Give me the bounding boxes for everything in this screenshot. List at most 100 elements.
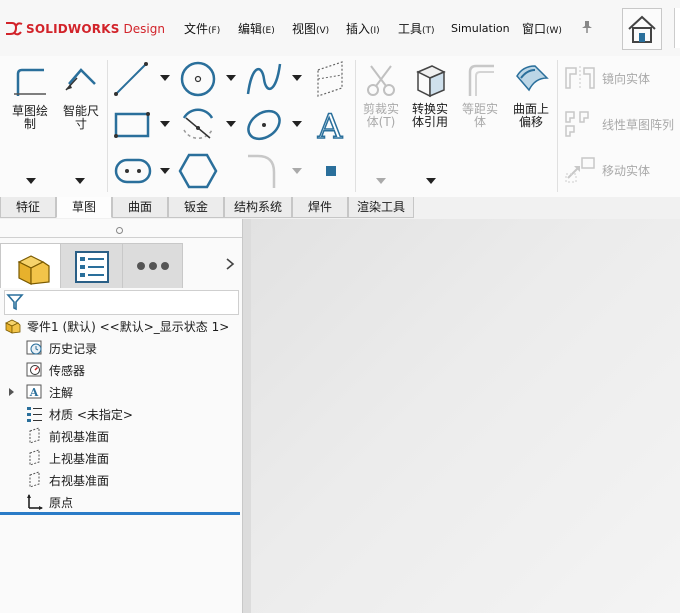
separator [557,60,558,192]
smart-dimension-button[interactable]: 智能尺 寸 [56,64,106,131]
brand-name: SOLIDWORKS [26,22,120,36]
tab-sketch[interactable]: 草图 [56,197,112,218]
menu-view[interactable]: 视图(V) [292,20,329,37]
line-icon[interactable] [112,60,152,98]
convert-entities-button[interactable]: 转换实 体引用 [406,62,454,129]
svg-text:A: A [317,107,343,144]
part-icon [5,319,21,334]
chevron-right-icon[interactable] [224,257,236,271]
tree-item-annotations[interactable]: A 注解 [26,382,73,402]
command-manager-tabs: 特征 草图 曲面 钣金 结构系统 焊件 渲染工具 [0,197,680,219]
offset-icon [468,64,494,96]
filter-icon [6,294,24,311]
fillet-dropdown-arrow[interactable] [292,168,302,174]
part-icon [17,255,50,285]
property-manager-tab[interactable] [61,243,123,288]
plane-icon [29,471,40,488]
tree-root-part[interactable]: 零件1 (默认) <<默认>_显示状态 1> [4,316,229,336]
panel-splitter-handle[interactable] [116,227,123,234]
tab-structure-system[interactable]: 结构系统 [224,197,292,218]
feature-manager-panel: 零件1 (默认) <<默认>_显示状态 1> 历史记录 传感器 A 注解 材质 [0,219,243,613]
sensor-icon [26,362,42,377]
line-dropdown-arrow[interactable] [160,75,170,81]
history-icon [26,340,42,355]
smart-dimension-dropdown-arrow[interactable] [75,178,85,184]
move-icon [565,157,595,183]
sketch-button[interactable]: 草图绘 制 [6,64,54,131]
feature-manager-tab[interactable] [0,243,61,288]
sketch-icon [14,68,46,96]
rectangle-icon[interactable] [112,106,152,144]
rollback-bar[interactable] [0,512,240,515]
convert-entities-icon [416,65,446,98]
plane-icon [29,449,40,466]
command-manager: 草图绘 制 智能尺 寸 A 剪裁实 体(T) 转换实 体引用 等距实 体 曲面上… [0,56,680,198]
circle-dropdown-arrow[interactable] [226,75,236,81]
offset-entities-button[interactable]: 等距实 体 [456,62,504,129]
trim-entities-button[interactable]: 剪裁实 体(T) [358,62,404,129]
mirror-entities-button[interactable]: 镜向实体 [564,64,650,92]
tree-item-history[interactable]: 历史记录 [26,338,97,358]
offset-on-surface-button[interactable]: 曲面上 偏移 [506,62,556,129]
offset-on-surface-icon [516,65,549,92]
tree-item-right-plane[interactable]: 右视基准面 [26,470,109,490]
solidworks-logo[interactable]: SOLIDWORKS Design [4,19,165,39]
circle-icon[interactable] [178,60,218,98]
annotation-icon: A [26,384,42,399]
tree-item-origin[interactable]: 原点 [26,492,73,512]
menu-insert[interactable]: 插入(I) [346,20,380,37]
tree-filter-input[interactable] [4,290,239,315]
tab-features[interactable]: 特征 [0,197,56,218]
pin-icon[interactable] [580,20,594,34]
separator [355,60,356,192]
menu-tools[interactable]: 工具(T) [398,20,435,37]
divider [0,237,242,238]
expand-arrow-icon[interactable] [9,388,14,396]
tab-surfaces[interactable]: 曲面 [112,197,168,218]
more-tabs-button[interactable] [123,243,183,288]
tree-item-top-plane[interactable]: 上视基准面 [26,448,109,468]
more-icon [137,262,169,270]
slot-icon[interactable] [112,152,152,190]
separator [107,60,108,192]
title-bar: SOLIDWORKS Design 文件(F) 编辑(E) 视图(V) 插入(I… [0,0,680,57]
slot-dropdown-arrow[interactable] [160,168,170,174]
spline-dropdown-arrow[interactable] [292,75,302,81]
graphics-area[interactable] [243,219,680,613]
tree-item-material[interactable]: 材质 <未指定> [26,404,133,424]
window-edge [674,8,680,48]
tab-render-tools[interactable]: 渲染工具 [348,197,414,218]
graphics-area-edge [243,219,251,613]
sketch-dropdown-arrow[interactable] [26,178,36,184]
svg-text:A: A [29,386,39,399]
arc-icon[interactable] [178,106,218,144]
menu-simulation[interactable]: Simulation [451,22,510,35]
arc-dropdown-arrow[interactable] [226,121,236,127]
home-icon [628,15,656,43]
trim-dropdown-arrow[interactable] [376,178,386,184]
home-button[interactable] [622,8,662,50]
fillet-icon[interactable] [244,152,284,190]
menu-edit[interactable]: 编辑(E) [238,20,275,37]
smart-dimension-icon [65,68,96,91]
menu-file[interactable]: 文件(F) [184,20,220,37]
tab-sheet-metal[interactable]: 钣金 [168,197,224,218]
rectangle-dropdown-arrow[interactable] [160,121,170,127]
polygon-icon[interactable] [178,152,218,190]
tree-item-sensors[interactable]: 传感器 [26,360,85,380]
linear-sketch-pattern-button[interactable]: 线性草图阵列 [564,110,674,138]
spline-icon[interactable] [244,60,284,98]
plane-icon [29,427,40,444]
plane-sketch-icon[interactable] [310,60,350,98]
move-entities-button[interactable]: 移动实体 [564,156,650,184]
text-icon[interactable]: A [310,106,350,144]
linear-pattern-icon [565,111,589,137]
ellipse-dropdown-arrow[interactable] [292,121,302,127]
ellipse-icon[interactable] [244,106,284,144]
menu-window[interactable]: 窗口(W) [522,20,562,37]
tree-item-front-plane[interactable]: 前视基准面 [26,426,109,446]
tab-weldments[interactable]: 焊件 [292,197,348,218]
point-icon[interactable] [310,152,350,190]
convert-dropdown-arrow[interactable] [426,178,436,184]
origin-icon [27,494,43,510]
